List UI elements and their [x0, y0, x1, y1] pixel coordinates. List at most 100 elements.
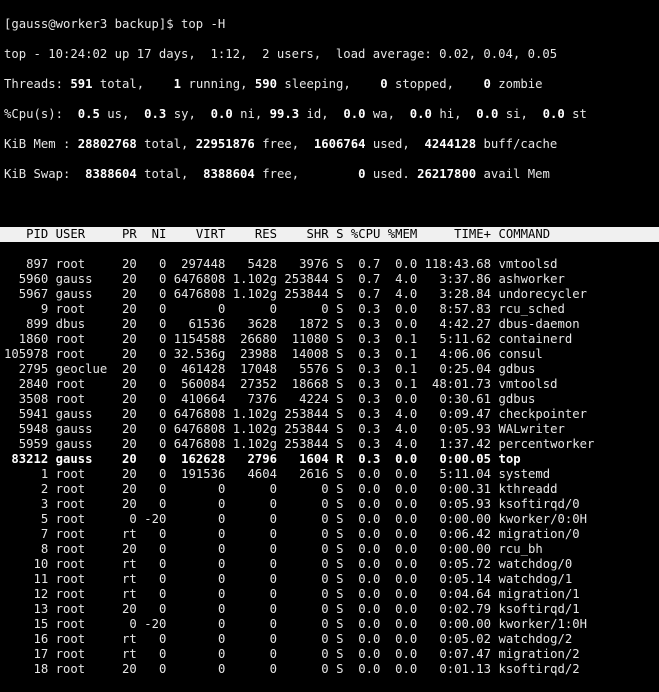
process-row[interactable]: 5 root 0 -20 0 0 0 S 0.0 0.0 0:00.00 kwo… [4, 512, 659, 527]
process-row[interactable]: 17 root rt 0 0 0 0 S 0.0 0.0 0:07.47 mig… [4, 647, 659, 662]
cell-mem: 0.0 [387, 317, 418, 331]
process-row[interactable]: 899 dbus 20 0 61536 3628 1872 S 0.3 0.0 … [4, 317, 659, 332]
cell-pid: 5967 [4, 287, 49, 301]
cell-res: 0 [232, 662, 278, 676]
threads-line: Threads: 591 total, 1 running, 590 sleep… [4, 77, 543, 91]
cell-cpu: 0.3 [350, 347, 381, 361]
cell-shr: 11080 [284, 332, 329, 346]
process-row[interactable]: 13 root 20 0 0 0 0 S 0.0 0.0 0:02.79 kso… [4, 602, 659, 617]
process-row[interactable]: 5960 gauss 20 0 6476808 1.102g 253844 S … [4, 272, 659, 287]
cell-pr: 20 [114, 497, 137, 511]
cell-virt: 0 [173, 302, 226, 316]
cell-pid: 7 [4, 527, 49, 541]
cell-ni: 0 [144, 347, 167, 361]
process-row[interactable]: 3508 root 20 0 410664 7376 4224 S 0.3 0.… [4, 392, 659, 407]
process-row[interactable]: 12 root rt 0 0 0 0 S 0.0 0.0 0:04.64 mig… [4, 587, 659, 602]
cell-res: 1.102g [232, 287, 278, 301]
cell-shr: 2616 [284, 467, 329, 481]
cell-time: 0:05.72 [424, 557, 492, 571]
cell-shr: 0 [284, 647, 329, 661]
cell-cpu: 0.0 [350, 602, 381, 616]
cell-pr: rt [114, 647, 137, 661]
process-table-body[interactable]: 897 root 20 0 297448 5428 3976 S 0.7 0.0… [4, 257, 659, 677]
process-row[interactable]: 1860 root 20 0 1154588 26680 11080 S 0.3… [4, 332, 659, 347]
cell-mem: 0.0 [387, 302, 418, 316]
process-row[interactable]: 2795 geoclue 20 0 461428 17048 5576 S 0.… [4, 362, 659, 377]
cell-cpu: 0.3 [350, 302, 381, 316]
mem-total: 28802768 [77, 137, 137, 151]
cell-pr: 20 [114, 422, 137, 436]
cell-state: S [336, 422, 344, 436]
process-row[interactable]: 10 root rt 0 0 0 0 S 0.0 0.0 0:05.72 wat… [4, 557, 659, 572]
column-header-res: RES [232, 227, 278, 241]
terminal-window[interactable]: [gauss@worker3 backup]$ top -H top - 10:… [0, 0, 659, 676]
process-row[interactable]: 5967 gauss 20 0 6476808 1.102g 253844 S … [4, 287, 659, 302]
cell-pid: 5 [4, 512, 49, 526]
cell-res: 1.102g [232, 422, 278, 436]
process-row[interactable]: 11 root rt 0 0 0 0 S 0.0 0.0 0:05.14 wat… [4, 572, 659, 587]
cell-user: gauss [55, 437, 115, 451]
cell-time: 0:02.79 [424, 602, 492, 616]
cell-pid: 17 [4, 647, 49, 661]
cell-user: root [55, 587, 115, 601]
cell-pr: 20 [114, 317, 137, 331]
cell-res: 4604 [232, 467, 278, 481]
cell-pid: 2840 [4, 377, 49, 391]
cell-virt: 6476808 [173, 407, 226, 421]
cell-command: checkpointer [498, 407, 587, 421]
process-row[interactable]: 16 root rt 0 0 0 0 S 0.0 0.0 0:05.02 wat… [4, 632, 659, 647]
cpu-ni: 0.0 [210, 107, 233, 121]
process-row[interactable]: 15 root 0 -20 0 0 0 S 0.0 0.0 0:00.00 kw… [4, 617, 659, 632]
cpu-si: 0.0 [476, 107, 499, 121]
process-row[interactable]: 2840 root 20 0 560084 27352 18668 S 0.3 … [4, 377, 659, 392]
cell-mem: 0.0 [387, 512, 418, 526]
cell-res: 0 [232, 647, 278, 661]
cell-virt: 1154588 [173, 332, 226, 346]
process-row[interactable]: 5941 gauss 20 0 6476808 1.102g 253844 S … [4, 407, 659, 422]
cell-mem: 0.1 [387, 332, 418, 346]
cell-pr: 20 [114, 272, 137, 286]
column-header-state: S [336, 227, 344, 241]
cell-mem: 4.0 [387, 437, 418, 451]
process-row[interactable]: 2 root 20 0 0 0 0 S 0.0 0.0 0:00.31 kthr… [4, 482, 659, 497]
process-row[interactable]: 897 root 20 0 297448 5428 3976 S 0.7 0.0… [4, 257, 659, 272]
threads-total: 591 [70, 77, 93, 91]
cell-time: 1:37.42 [424, 437, 492, 451]
swap-total: 8388604 [85, 167, 137, 181]
column-header-pr: PR [114, 227, 137, 241]
cell-mem: 0.0 [387, 662, 418, 676]
cell-command: WALwriter [498, 422, 565, 436]
process-row[interactable]: 3 root 20 0 0 0 0 S 0.0 0.0 0:05.93 ksof… [4, 497, 659, 512]
cell-virt: 6476808 [173, 422, 226, 436]
column-header-ni: NI [144, 227, 167, 241]
cell-user: root [55, 347, 115, 361]
cell-cpu: 0.7 [350, 257, 381, 271]
cell-pr: 20 [114, 662, 137, 676]
cell-pid: 11 [4, 572, 49, 586]
column-header-shr: SHR [284, 227, 329, 241]
cell-virt: 0 [173, 497, 226, 511]
process-row[interactable]: 9 root 20 0 0 0 0 S 0.3 0.0 8:57.83 rcu_… [4, 302, 659, 317]
process-row[interactable]: 18 root 20 0 0 0 0 S 0.0 0.0 0:01.13 kso… [4, 662, 659, 677]
process-row[interactable]: 105978 root 20 0 32.536g 23988 14008 S 0… [4, 347, 659, 362]
cell-user: gauss [55, 452, 115, 466]
cell-virt: 0 [173, 647, 226, 661]
cell-cpu: 0.0 [350, 587, 381, 601]
cell-user: root [55, 497, 115, 511]
process-row[interactable]: 1 root 20 0 191536 4604 2616 S 0.0 0.0 5… [4, 467, 659, 482]
cell-cpu: 0.7 [350, 287, 381, 301]
cell-res: 1.102g [232, 437, 278, 451]
cell-virt: 6476808 [173, 272, 226, 286]
cell-shr: 0 [284, 572, 329, 586]
cell-shr: 18668 [284, 377, 329, 391]
cell-pid: 5960 [4, 272, 49, 286]
process-row[interactable]: 5948 gauss 20 0 6476808 1.102g 253844 S … [4, 422, 659, 437]
process-row[interactable]: 7 root rt 0 0 0 0 S 0.0 0.0 0:06.42 migr… [4, 527, 659, 542]
cell-shr: 253844 [284, 437, 329, 451]
process-row[interactable]: 83212 gauss 20 0 162628 2796 1604 R 0.3 … [4, 452, 659, 467]
cell-ni: -20 [144, 617, 167, 631]
cell-user: root [55, 662, 115, 676]
process-row[interactable]: 5959 gauss 20 0 6476808 1.102g 253844 S … [4, 437, 659, 452]
cell-command: kworker/1:0H [498, 617, 587, 631]
cell-user: root [55, 257, 115, 271]
